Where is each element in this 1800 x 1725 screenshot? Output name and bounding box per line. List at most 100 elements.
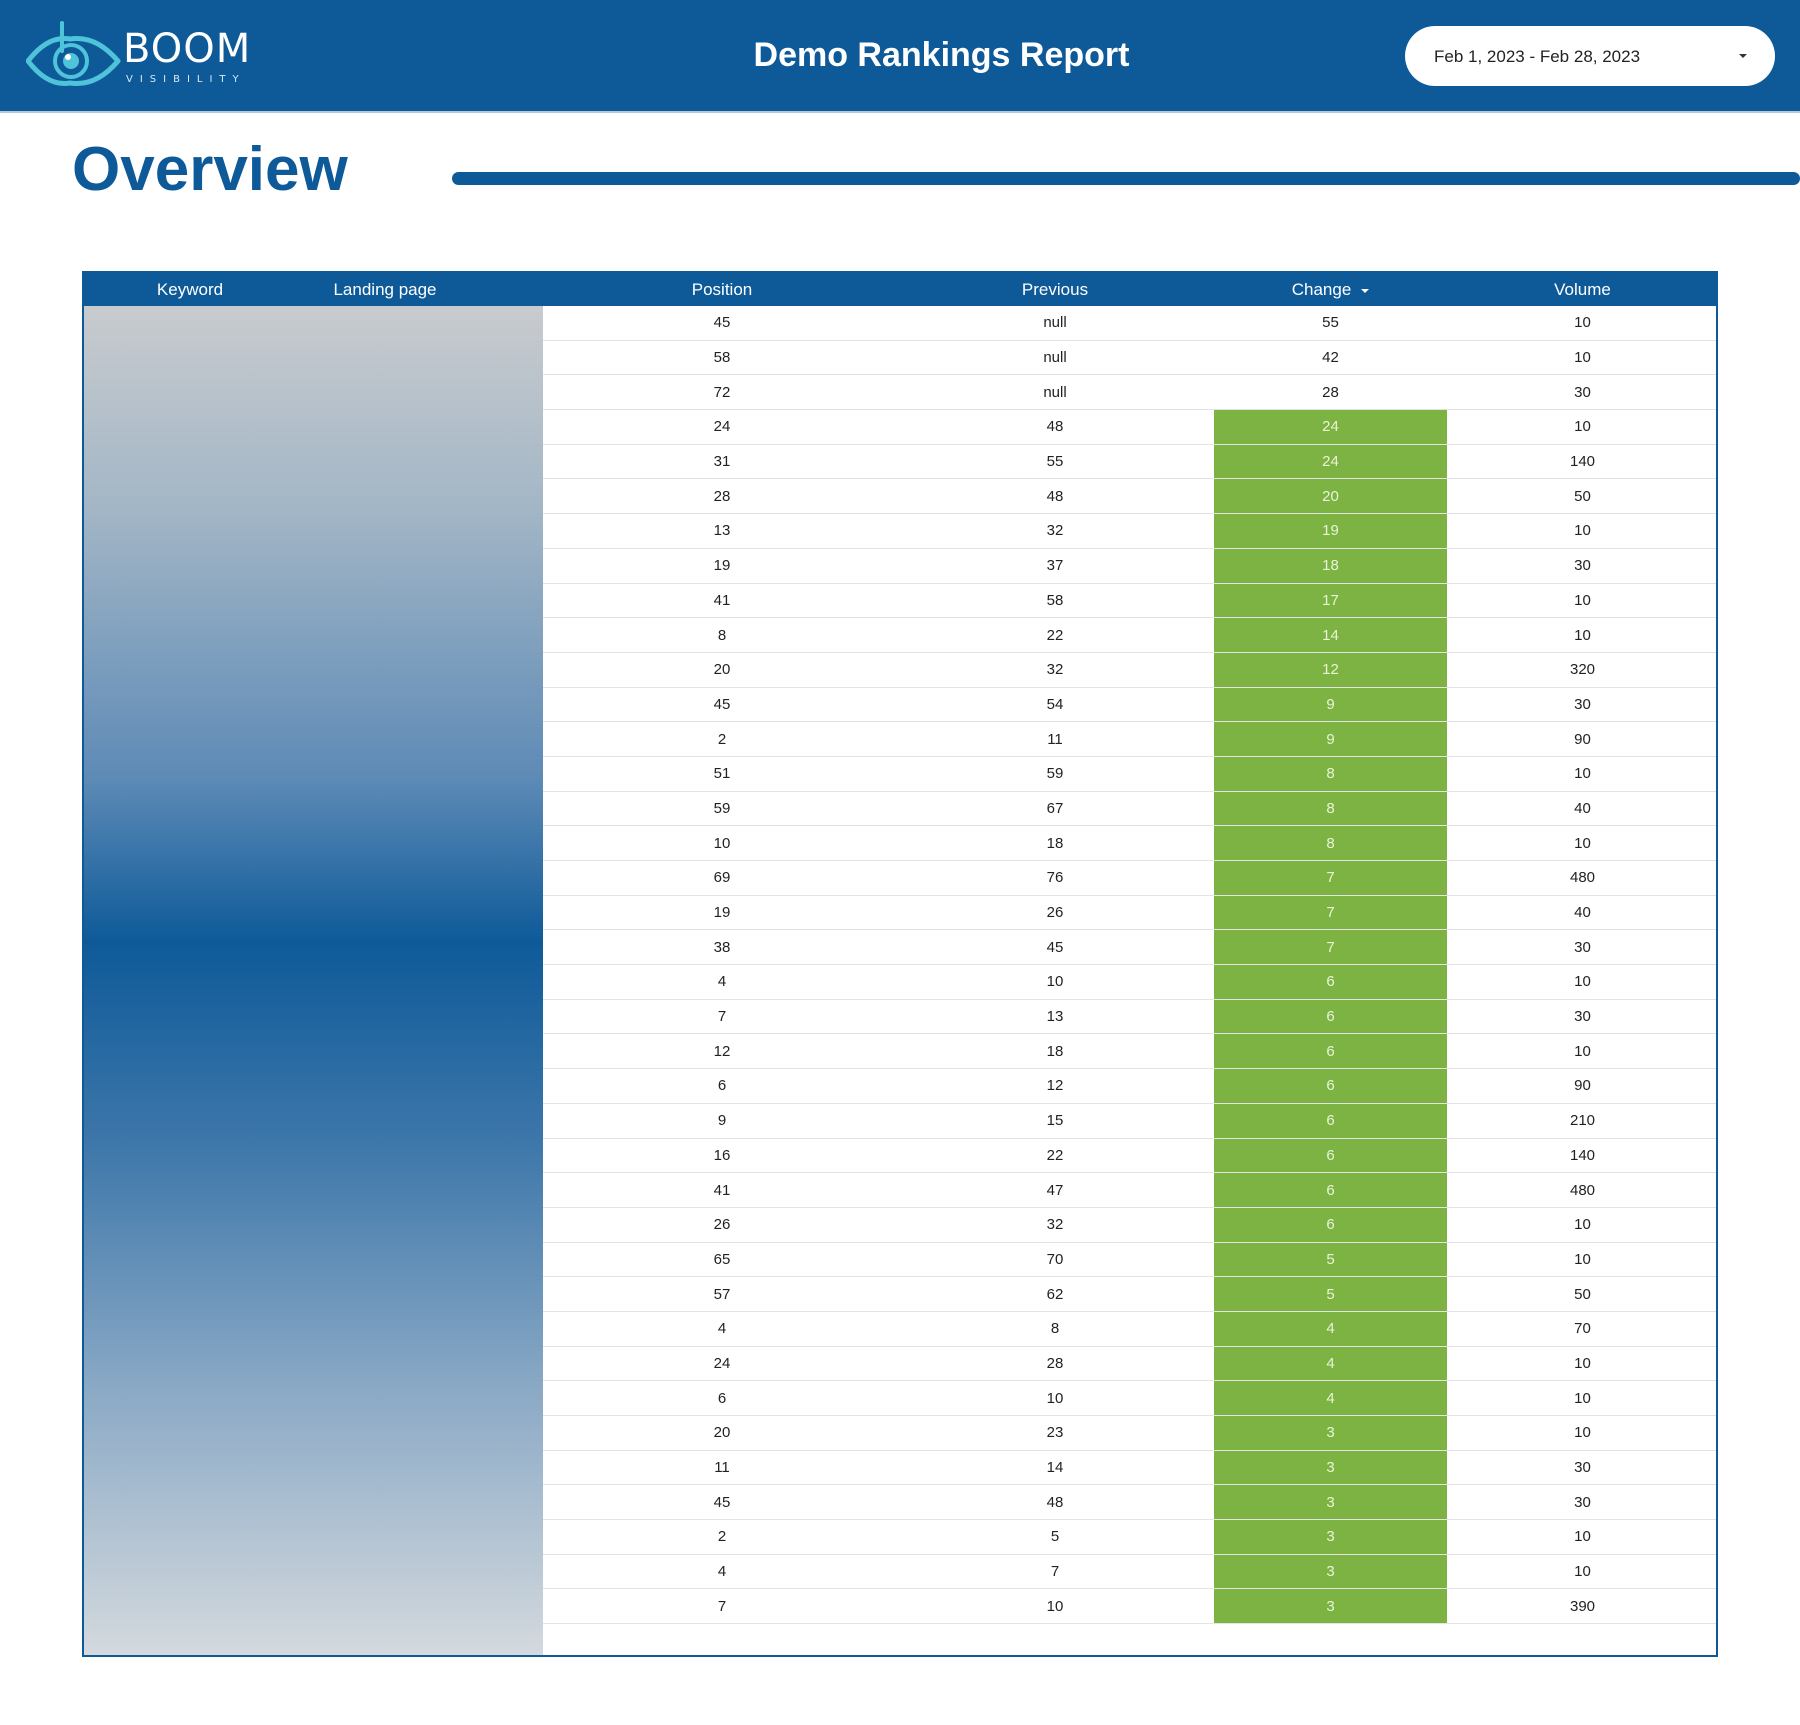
- previous-cell: 22: [1046, 1146, 1064, 1164]
- table-row: 65 70 5 10: [543, 1242, 1716, 1278]
- change-cell: 8: [1214, 791, 1447, 826]
- previous-cell: 7: [1050, 1563, 1060, 1581]
- change-cell: 7: [1214, 861, 1447, 895]
- change-cell: 6: [1214, 1207, 1447, 1242]
- change-cell: 5: [1214, 1277, 1447, 1311]
- position-cell: 51: [713, 765, 731, 783]
- table-row: 51 59 8 10: [543, 756, 1716, 792]
- volume-cell: 90: [1574, 1077, 1591, 1095]
- previous-cell: 10: [1046, 1597, 1064, 1615]
- table-row: 45 54 9 30: [543, 687, 1716, 723]
- change-cell: 3: [1214, 1450, 1447, 1485]
- change-cell: 24: [1214, 410, 1447, 444]
- previous-cell: 8: [1050, 1320, 1060, 1338]
- table-row: 13 32 19 10: [543, 514, 1716, 549]
- table-row: 31 55 24 140: [543, 444, 1716, 480]
- volume-cell: 10: [1574, 1354, 1591, 1372]
- previous-cell: 45: [1046, 938, 1064, 956]
- volume-cell: 10: [1574, 834, 1591, 852]
- position-cell: 72: [713, 383, 731, 401]
- previous-cell: null: [1043, 349, 1067, 367]
- change-cell: 6: [1214, 965, 1447, 999]
- position-cell: 2: [717, 730, 727, 748]
- volume-cell: 30: [1574, 383, 1591, 401]
- previous-cell: 48: [1046, 1493, 1064, 1511]
- change-cell: 3: [1214, 1416, 1447, 1450]
- brand-logo[interactable]: BOOM VISIBILITY: [26, 21, 250, 93]
- date-range-value: Feb 1, 2023 - Feb 28, 2023: [1434, 47, 1641, 66]
- previous-cell: 48: [1046, 418, 1064, 436]
- date-range-picker[interactable]: Feb 1, 2023 - Feb 28, 2023: [1405, 26, 1775, 86]
- table-row: 69 76 7 480: [543, 861, 1716, 896]
- volume-cell: 30: [1574, 1008, 1591, 1026]
- change-cell: 7: [1214, 930, 1447, 965]
- change-cell: 8: [1214, 756, 1447, 791]
- previous-cell: 14: [1046, 1459, 1064, 1477]
- previous-cell: 37: [1046, 557, 1064, 575]
- column-header-landing-page[interactable]: Landing page: [296, 273, 474, 306]
- column-header-change-label: Change: [1291, 280, 1352, 299]
- previous-cell: 48: [1046, 487, 1064, 505]
- volume-cell: 90: [1574, 730, 1591, 748]
- change-cell: 6: [1214, 1069, 1447, 1103]
- position-cell: 7: [717, 1597, 727, 1615]
- table-row: 16 22 6 140: [543, 1138, 1716, 1174]
- volume-cell: 30: [1574, 938, 1591, 956]
- volume-cell: 50: [1574, 1285, 1591, 1303]
- change-cell: 19: [1214, 514, 1447, 548]
- column-header-keyword[interactable]: Keyword: [84, 273, 296, 306]
- volume-cell: 10: [1574, 1563, 1591, 1581]
- volume-cell: 30: [1574, 1459, 1591, 1477]
- change-cell: 4: [1214, 1381, 1447, 1415]
- brand-name: BOOM: [123, 26, 252, 72]
- previous-cell: 18: [1046, 834, 1064, 852]
- previous-cell: 12: [1046, 1077, 1064, 1095]
- volume-cell: 10: [1574, 1424, 1591, 1442]
- position-cell: 4: [717, 1563, 727, 1581]
- previous-cell: 10: [1046, 1389, 1064, 1407]
- table-row: 45 null 55 10: [543, 306, 1716, 341]
- table-row: 59 67 8 40: [543, 791, 1716, 827]
- brand-tagline: VISIBILITY: [126, 74, 246, 85]
- volume-cell: 10: [1574, 591, 1591, 609]
- position-cell: 45: [713, 695, 731, 713]
- change-cell: 6: [1214, 1173, 1447, 1207]
- table-row: 9 15 6 210: [543, 1103, 1716, 1139]
- change-cell: 20: [1214, 479, 1447, 514]
- column-header-volume[interactable]: Volume: [1447, 273, 1716, 306]
- eye-logo-icon: [26, 21, 121, 87]
- volume-cell: 140: [1569, 453, 1596, 471]
- position-cell: 41: [713, 591, 731, 609]
- table-row: 8 22 14 10: [543, 618, 1716, 653]
- change-cell: 3: [1214, 1485, 1447, 1520]
- position-cell: 19: [713, 557, 731, 575]
- previous-cell: 10: [1046, 973, 1064, 991]
- volume-cell: 10: [1574, 349, 1591, 367]
- position-cell: 65: [713, 1250, 731, 1268]
- volume-cell: 30: [1574, 695, 1591, 713]
- volume-cell: 40: [1574, 799, 1591, 817]
- position-cell: 11: [714, 1459, 730, 1477]
- change-cell: 3: [1214, 1554, 1447, 1589]
- table-row: 20 23 3 10: [543, 1416, 1716, 1451]
- column-header-change[interactable]: Change: [1214, 273, 1447, 306]
- previous-cell: 58: [1046, 591, 1064, 609]
- chevron-down-icon: [1739, 54, 1747, 58]
- position-cell: 26: [713, 1216, 731, 1234]
- app-header: BOOM VISIBILITY Demo Rankings Report Feb…: [0, 0, 1800, 113]
- table-row: 20 32 12 320: [543, 652, 1716, 688]
- table-row: 24 48 24 10: [543, 410, 1716, 445]
- column-header-position[interactable]: Position: [543, 273, 901, 306]
- position-cell: 7: [717, 1008, 727, 1026]
- change-cell: 17: [1214, 583, 1447, 618]
- volume-cell: 10: [1574, 314, 1591, 332]
- change-cell: 6: [1214, 999, 1447, 1034]
- column-header-previous[interactable]: Previous: [901, 273, 1209, 306]
- table-row: 41 47 6 480: [543, 1173, 1716, 1208]
- position-cell: 58: [713, 349, 731, 367]
- table-row: 6 12 6 90: [543, 1069, 1716, 1104]
- previous-cell: 11: [1047, 730, 1063, 748]
- volume-cell: 480: [1569, 1181, 1596, 1199]
- table-row: 24 28 4 10: [543, 1346, 1716, 1382]
- rankings-table: Keyword Landing page Position Previous C…: [82, 271, 1718, 1657]
